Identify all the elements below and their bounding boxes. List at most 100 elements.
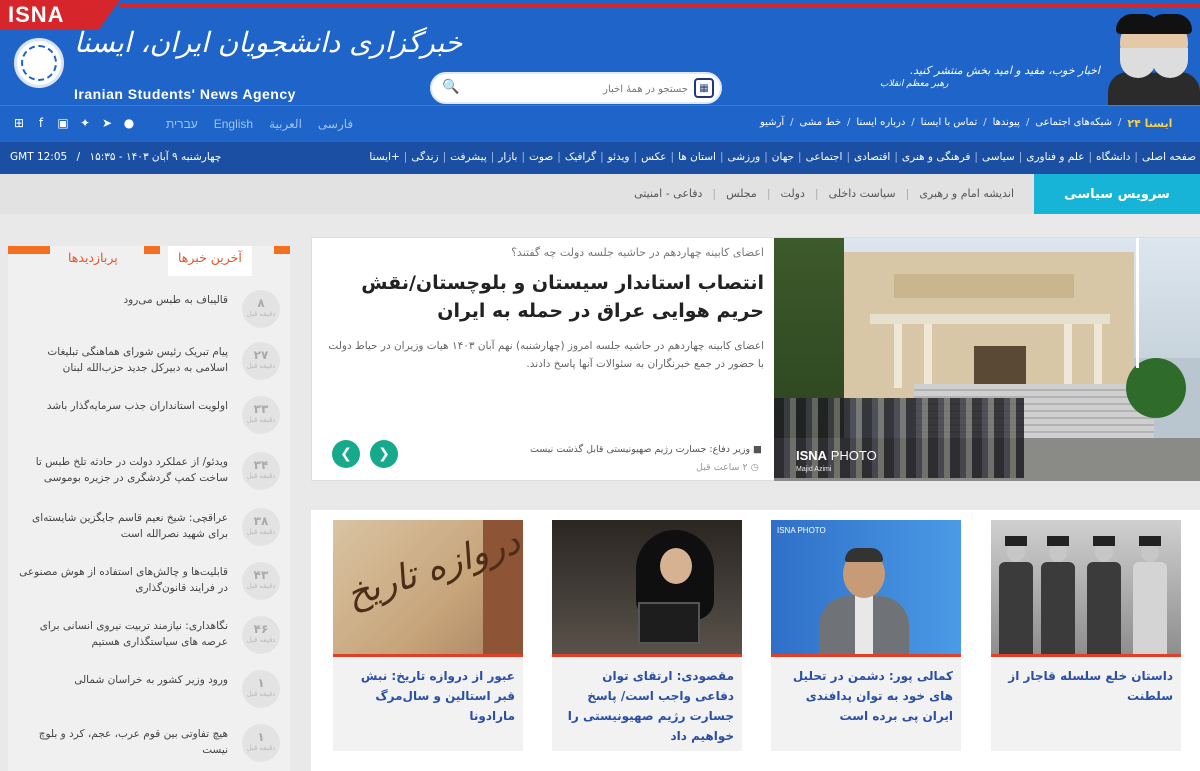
- service-link-government[interactable]: دولت: [781, 187, 805, 200]
- nav-economy[interactable]: اقتصادی: [854, 151, 890, 163]
- tab-stripe: [8, 246, 50, 254]
- link-social-networks[interactable]: شبکه‌های اجتماعی: [1035, 117, 1112, 130]
- news-headline[interactable]: اولویت استانداران جذب سرمایه‌گذار باشد: [16, 398, 228, 414]
- news-headline[interactable]: ورود وزیر کشور به خراسان شمالی: [16, 672, 228, 688]
- card-thumbnail[interactable]: [991, 520, 1181, 656]
- tab-latest-news[interactable]: آخرین خبرها: [168, 246, 252, 276]
- nav-isna-plus[interactable]: ایسنا+: [369, 151, 399, 163]
- service-link-leadership[interactable]: اندیشه امام و رهبری: [919, 187, 1014, 200]
- service-link-domestic[interactable]: سیاست داخلی: [829, 187, 896, 200]
- lang-arabic[interactable]: العربية: [269, 117, 302, 131]
- tab-stripe: [274, 246, 290, 254]
- related-link[interactable]: ■ وزیر دفاع: جسارت رژیم صهیونیستی قابل گ…: [530, 444, 762, 455]
- lang-hebrew[interactable]: עברית: [166, 117, 198, 131]
- featured-title[interactable]: انتصاب استاندار سیستان و بلوچستان/نقش حر…: [326, 269, 764, 325]
- card-title[interactable]: کمالی پور: دشمن در تحلیل های خود به توان…: [781, 666, 953, 726]
- telegram-icon[interactable]: ➤: [100, 116, 114, 130]
- nav-life[interactable]: زندگی: [411, 151, 438, 163]
- nav-university[interactable]: دانشگاه: [1096, 151, 1130, 163]
- lang-english[interactable]: English: [214, 117, 253, 131]
- language-switcher: עברית English العربية فارسی: [166, 117, 353, 131]
- windows-icon[interactable]: ⊞: [12, 116, 26, 130]
- nav-home[interactable]: صفحه اصلی: [1142, 151, 1196, 163]
- news-headline[interactable]: هیچ تفاوتی بین قوم عرب، عجم، کرد و بلوچ …: [16, 726, 228, 758]
- featured-lead: اعضای کابینه چهاردهم در حاشیه جلسه امروز…: [328, 340, 764, 370]
- utility-bar: ⊞ f ▣ ✦ ➤ ● עברית English العربية فارسی …: [0, 105, 1200, 142]
- news-headline[interactable]: ویدئو/ از عملکرد دولت در حادثه تلخ طبس ت…: [16, 454, 228, 486]
- featured-time: ◷ ۲ ساعت قبل: [696, 462, 759, 473]
- nav-politics[interactable]: سیاسی: [982, 151, 1015, 163]
- featured-photo[interactable]: ISNA PHOTO Majid Azimi: [774, 238, 1200, 481]
- rss-icon[interactable]: ●: [122, 116, 136, 130]
- news-headline[interactable]: نگاهداری: نیازمند تربیت نیروی انسانی برا…: [16, 618, 228, 650]
- nav-world[interactable]: جهان: [772, 151, 794, 163]
- news-headline[interactable]: عراقچی: شیخ نعیم قاسم جایگزین شایسته‌ای …: [16, 510, 228, 542]
- clock-icon: ◷: [750, 462, 759, 473]
- link-archive[interactable]: آرشیو: [760, 117, 784, 130]
- card-thumbnail[interactable]: ISNA PHOTO: [771, 520, 961, 656]
- card-title[interactable]: مقصودی: ارتقای توان دفاعی واجب است/ پاسخ…: [562, 666, 734, 746]
- card-title[interactable]: داستان خلع سلسله قاجار از سلطنت: [1001, 666, 1173, 706]
- nav-video[interactable]: ویدئو: [608, 151, 630, 163]
- time-badge: ۴۶ دقیقه قبل: [242, 616, 280, 654]
- nav-market[interactable]: بازار: [498, 151, 517, 163]
- link-links[interactable]: پیوندها: [993, 117, 1020, 130]
- social-icons: ⊞ f ▣ ✦ ➤ ●: [12, 116, 136, 130]
- link-about[interactable]: درباره ایسنا: [856, 117, 905, 130]
- nav-science[interactable]: علم و فناوری: [1026, 151, 1084, 163]
- time-badge: ۱ دقیقه قبل: [242, 724, 280, 762]
- featured-kicker: اعضای کابینه چهاردهم در حاشیه جلسه دولت …: [511, 246, 764, 259]
- lang-farsi[interactable]: فارسی: [318, 117, 353, 131]
- persian-date: چهارشنبه ۹ آبان ۱۴۰۳ - ۱۵:۳۵: [89, 151, 222, 163]
- news-card[interactable]: دروازه تاریخ عبور از دروازه تاریخ: نبش ق…: [333, 520, 523, 751]
- nav-graphic[interactable]: گرافیک: [565, 151, 596, 163]
- logo-english-title[interactable]: Iranian Students' News Agency: [74, 86, 296, 102]
- logo-persian-title[interactable]: خبرگزاری دانشجویان ایران، ایسنا: [74, 26, 462, 59]
- time-badge: ۱ دقیقه قبل: [242, 670, 280, 708]
- date-time: GMT 12:05 / چهارشنبه ۹ آبان ۱۴۰۳ - ۱۵:۳۵: [10, 151, 222, 163]
- instagram-icon[interactable]: ▣: [56, 116, 70, 130]
- service-link-defense[interactable]: دفاعی - امنیتی: [634, 187, 702, 200]
- time-badge: ۳۸ دقیقه قبل: [242, 508, 280, 546]
- link-policy[interactable]: خط مشی: [800, 117, 841, 130]
- slider-prev-button[interactable]: ❮: [332, 440, 360, 468]
- time-badge: ۳۴ دقیقه قبل: [242, 452, 280, 490]
- isna-logo-icon[interactable]: [14, 38, 64, 88]
- news-headline[interactable]: قابلیت‌ها و چالش‌های استفاده از هوش مصنو…: [16, 564, 228, 596]
- nav-sports[interactable]: ورزشی: [727, 151, 760, 163]
- news-card[interactable]: مقصودی: ارتقای توان دفاعی واجب است/ پاسخ…: [552, 520, 742, 751]
- nav-culture[interactable]: فرهنگی و هنری: [902, 151, 971, 163]
- news-headline[interactable]: پیام تبریک رئیس شورای هماهنگی تبلیغات اس…: [16, 344, 228, 376]
- link-isna24[interactable]: ایسنا ۲۴: [1127, 117, 1172, 130]
- gmt-time: GMT 12:05: [10, 151, 68, 163]
- nav-provinces[interactable]: استان ها: [678, 151, 716, 163]
- service-bar: سرویس سیاسی اندیشه امام و رهبری | سیاست د…: [0, 174, 1200, 214]
- news-headline[interactable]: قالیباف به طبس می‌رود: [16, 292, 228, 308]
- link-contact[interactable]: تماس با ایسنا: [921, 117, 978, 130]
- card-thumbnail[interactable]: دروازه تاریخ: [333, 520, 523, 656]
- service-link-parliament[interactable]: مجلس: [726, 187, 757, 200]
- slogan-text: اخبار خوب، مفید و امید بخش منتشر کنید.: [909, 64, 1100, 77]
- time-badge: ۸ دقیقه قبل: [242, 290, 280, 328]
- search-input[interactable]: [466, 78, 688, 100]
- nav-progress[interactable]: پیشرفت: [450, 151, 487, 163]
- calendar-icon[interactable]: ▦: [694, 78, 714, 98]
- main-nav-items: صفحه اصلی | دانشگاه | علم و فناوری | سیاسی |…: [369, 151, 1196, 163]
- nav-photo[interactable]: عکس: [641, 151, 666, 163]
- card-title[interactable]: عبور از دروازه تاریخ: نبش قبر استالین و …: [343, 666, 515, 726]
- twitter-icon[interactable]: ✦: [78, 116, 92, 130]
- tab-most-viewed[interactable]: پربازدیدها: [68, 250, 118, 265]
- nav-audio[interactable]: صوت: [529, 151, 553, 163]
- news-cards: دروازه تاریخ عبور از دروازه تاریخ: نبش ق…: [311, 510, 1200, 771]
- nav-social[interactable]: اجتماعی: [806, 151, 843, 163]
- slogan-attribution: رهبر معظم انقلاب: [880, 79, 949, 89]
- card-thumbnail[interactable]: [552, 520, 742, 656]
- photo-credit: Majid Azimi: [796, 466, 832, 473]
- service-title-tab[interactable]: سرویس سیاسی: [1034, 174, 1200, 214]
- news-card[interactable]: داستان خلع سلسله قاجار از سلطنت: [991, 520, 1181, 751]
- facebook-icon[interactable]: f: [34, 116, 48, 130]
- news-card[interactable]: ISNA PHOTO کمالی پور: دشمن در تحلیل های …: [771, 520, 961, 751]
- main-navigation: صفحه اصلی | دانشگاه | علم و فناوری | سیاسی |…: [0, 142, 1200, 174]
- slider-next-button[interactable]: ❯: [370, 440, 398, 468]
- search-icon[interactable]: 🔍: [442, 79, 459, 95]
